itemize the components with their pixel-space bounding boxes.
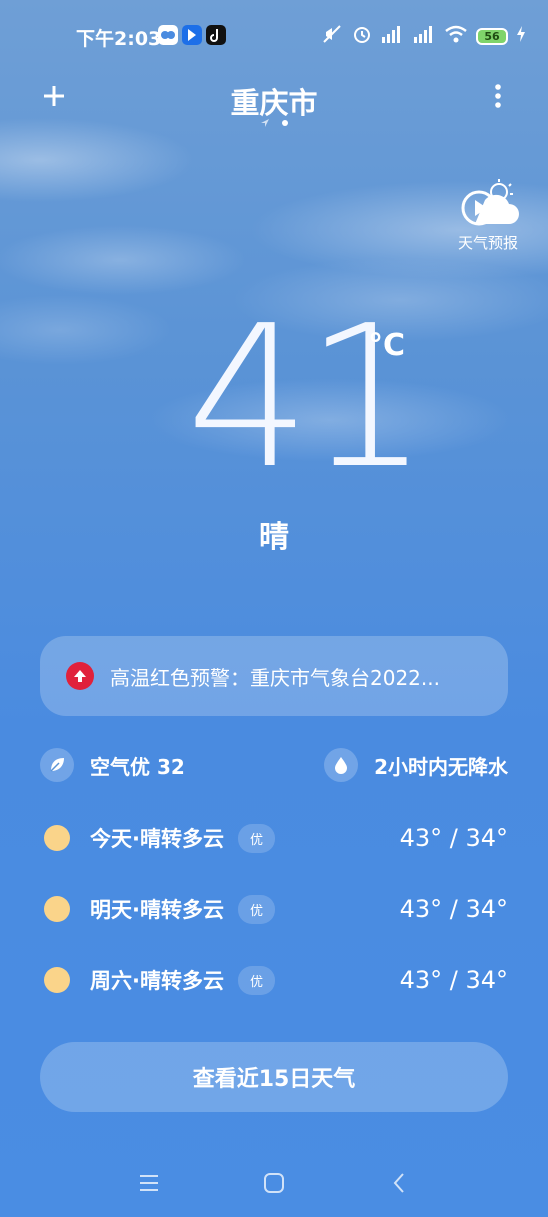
system-navigation-bar (0, 1168, 548, 1202)
alert-up-arrow-icon (66, 662, 94, 690)
sun-icon (44, 825, 70, 851)
home-square-icon (264, 1173, 284, 1193)
precipitation-item[interactable]: 2小时内无降水 (324, 748, 508, 782)
play-cloud-icon (461, 179, 519, 226)
daily-forecast-row[interactable]: 明天·晴转多云 优 43° / 34° (40, 889, 508, 929)
charging-icon (516, 26, 526, 46)
view-15-day-forecast-button[interactable]: 查看近15日天气 (40, 1042, 508, 1112)
weather-forecast-video-button[interactable]: 天气预报 (450, 178, 526, 252)
daily-forecast-row[interactable]: 周六·晴转多云 优 43° / 34° (40, 960, 508, 1000)
leaf-icon (40, 748, 74, 782)
day-label: 明天·晴转多云 (90, 898, 224, 922)
sun-icon (44, 896, 70, 922)
menu-nav-button[interactable] (134, 1168, 164, 1198)
status-time: 下午2:03 (76, 28, 162, 50)
tiktok-notification-icon (206, 25, 226, 45)
sun-icon (44, 967, 70, 993)
back-nav-button[interactable] (384, 1168, 414, 1198)
aqi-badge: 优 (237, 823, 275, 853)
day-temperature-range: 43° / 34° (399, 824, 508, 852)
weather-alert-card[interactable]: 高温红色预警：重庆市气象台2022... (40, 636, 508, 716)
more-options-button[interactable] (490, 82, 506, 112)
alert-text: 高温红色预警：重庆市气象台2022... (110, 665, 440, 690)
day-temperature-range: 43° / 34° (399, 966, 508, 994)
browser-notification-icon (182, 25, 202, 45)
home-nav-button[interactable] (259, 1168, 289, 1198)
daily-forecast-row[interactable]: 今天·晴转多云 优 43° / 34° (40, 818, 508, 858)
mute-icon (322, 24, 344, 48)
temperature-unit: °C (368, 328, 406, 363)
page-dot-active (282, 120, 288, 126)
battery-indicator: 56 (476, 27, 508, 45)
current-condition: 晴 (259, 520, 289, 555)
location-arrow-icon (261, 119, 269, 127)
day-temperature-range: 43° / 34° (399, 895, 508, 923)
page-indicator (260, 118, 288, 128)
back-chevron-icon (393, 1173, 404, 1193)
menu-icon (140, 1175, 158, 1191)
aqi-badge: 优 (237, 965, 275, 995)
alarm-icon (352, 24, 372, 48)
precipitation-label: 2小时内无降水 (374, 754, 508, 779)
forecast-video-label: 天气预报 (457, 234, 518, 252)
air-quality-label: 空气优 32 (90, 754, 185, 779)
air-quality-item[interactable]: 空气优 32 (40, 748, 185, 782)
day-label: 周六·晴转多云 (90, 969, 224, 993)
app-notification-icon (158, 25, 178, 45)
aqi-badge: 优 (237, 894, 275, 924)
signal-icon-2 (412, 25, 436, 47)
wifi-icon (444, 25, 468, 47)
water-drop-icon (324, 748, 359, 782)
status-bar: 下午2:03 56 (0, 0, 548, 70)
day-label: 今天·晴转多云 (90, 827, 224, 851)
city-title: 重庆市 (230, 86, 318, 120)
more-vertical-icon (495, 84, 501, 108)
signal-icon (380, 25, 404, 47)
